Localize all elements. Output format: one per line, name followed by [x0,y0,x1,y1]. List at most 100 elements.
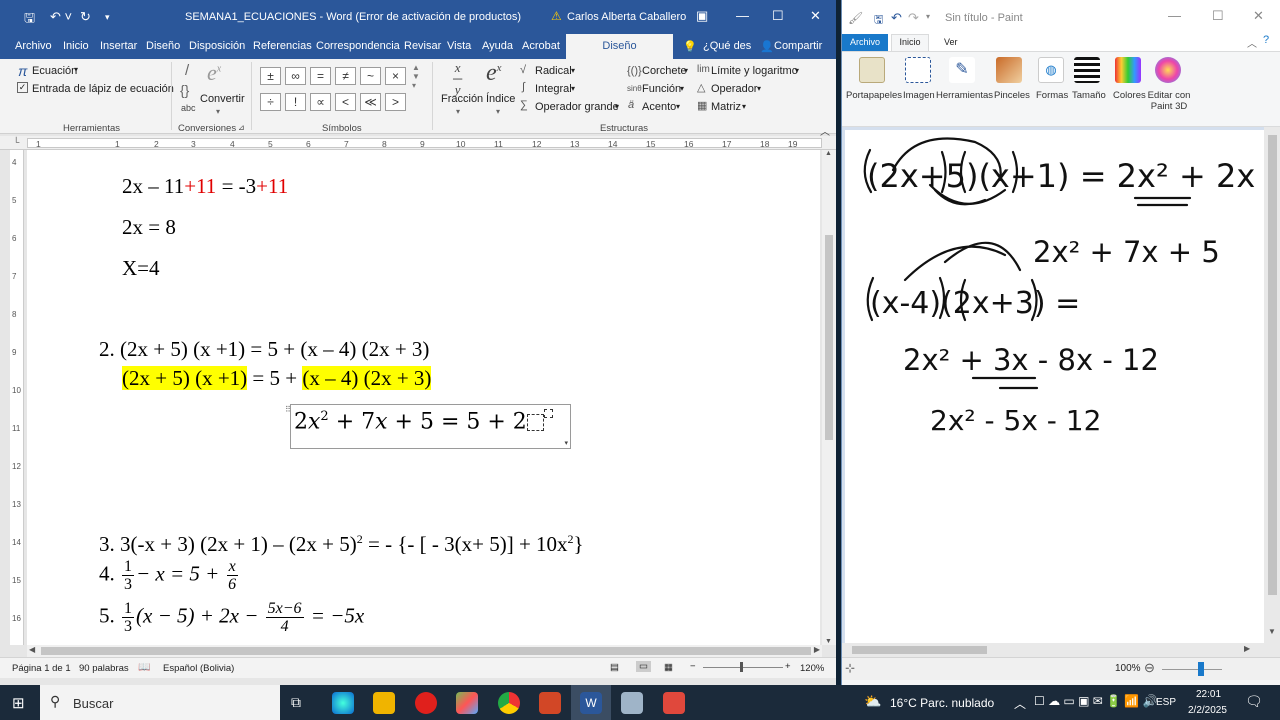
page-count[interactable]: Página 1 de 1 [12,663,71,674]
equation-editor-box[interactable]: ⠿ 2x2 + 7x + 5 = 5 + 2 ▾ [285,404,571,449]
symbol-not-equal[interactable]: ≠ [335,67,356,85]
chevron-down-icon[interactable]: ▾ [496,107,500,116]
help-icon[interactable]: ? [1263,34,1269,46]
zoom-out-icon[interactable]: − [690,661,696,672]
chevron-down-icon[interactable]: ▾ [615,102,619,111]
equation-options-icon[interactable]: ▾ [564,439,568,447]
chevron-down-icon[interactable]: ▾ [456,107,460,116]
windows-start-icon[interactable]: ⊞ [12,694,25,712]
shapes-button[interactable]: Formas [1036,90,1068,101]
tab-ver[interactable]: Ver [944,37,958,47]
save-icon[interactable]: 🖫 [874,11,883,30]
symbol-proportional[interactable]: ∝ [310,93,331,111]
customize-qat-icon[interactable]: ▾ [105,12,110,23]
ink-equation-button[interactable]: Entrada de lápiz de ecuación [32,83,174,95]
chevron-down-icon[interactable]: ▾ [571,66,575,75]
powerpoint-icon[interactable] [539,692,561,714]
paint-taskbar-icon[interactable] [621,692,643,714]
accent-icon[interactable]: ä [628,99,634,111]
chrome-icon[interactable] [498,692,520,714]
weather-icon[interactable]: ⛅ [864,693,881,710]
tab-stop-icon[interactable]: └ [13,137,19,147]
problem-4[interactable]: 4. 1 3− x = 5 + x6 [99,558,240,593]
language[interactable]: Español (Bolivia) [163,663,234,674]
colors-icon[interactable] [1115,57,1141,83]
scroll-down-icon[interactable]: ▼ [1268,627,1276,636]
equation-handle-icon[interactable]: ⠿ [285,405,291,414]
tab-vista[interactable]: Vista [447,40,471,52]
edge-icon[interactable] [332,692,354,714]
print-layout-icon[interactable]: ▭ [636,661,651,672]
file-explorer-icon[interactable] [373,692,395,714]
symbol-infinity[interactable]: ∞ [285,67,306,85]
paint3d-button[interactable]: Editar con Paint 3D [1147,90,1191,112]
weather-text[interactable]: 16°C Parc. nublado [890,696,994,710]
bracket-button[interactable]: Corchete [642,65,687,77]
tray-icons[interactable]: ☐ ☁ ▭ ▣ ✉ 🔋 📶 🔊 [1034,694,1158,708]
symbols-scroll-icon[interactable]: ▲ ▼ ▾ [412,63,420,90]
limit-log-button[interactable]: Límite y logaritmo [711,65,798,77]
brushes-icon[interactable] [996,57,1022,83]
undo-icon[interactable]: ↶ ˅ [50,9,72,25]
vertical-scrollbar[interactable]: ▲ ▼ [822,150,836,645]
user-name[interactable]: Carlos Alberta Caballero [567,11,686,23]
large-operator-icon[interactable]: ∑ [520,99,528,111]
equation-line[interactable]: 2x – 11+11 = -3+11 [122,174,288,199]
close-icon[interactable]: ✕ [1253,8,1264,24]
tab-acrobat[interactable]: Acrobat [522,40,560,52]
save-icon[interactable]: 🖫 [24,9,35,31]
customize-qat-icon[interactable]: ▾ [926,12,930,21]
zoom-in-icon[interactable]: + [785,661,791,672]
symbol-equals[interactable]: = [310,67,331,85]
app-icon[interactable] [663,692,685,714]
image-button[interactable]: Imagen [903,90,935,101]
scroll-thumb[interactable] [1268,135,1277,595]
zoom-out-icon[interactable]: ⊖ [1144,660,1155,676]
app-icon[interactable] [456,692,478,714]
equation-line[interactable]: 2x = 8 [122,215,176,240]
function-button[interactable]: Función [642,83,681,95]
document-page[interactable]: 2x – 11+11 = -3+11 2x = 8 X=4 2. (2x + 5… [27,150,820,645]
scroll-left-icon[interactable]: ◀ [29,645,35,654]
maximize-icon[interactable]: ☐ [1212,8,1224,24]
tab-correspondencia[interactable]: Correspondencia [316,40,400,52]
clock-time[interactable]: 22:01 [1196,689,1221,700]
notifications-icon[interactable]: 🗨 [1245,693,1263,710]
fraction-icon[interactable]: x ─ y [453,61,462,96]
problem-5[interactable]: 5. 1 3 (x − 5) + 2x − 5x−6 4 = −5x [99,600,364,635]
scroll-right-icon[interactable]: ▶ [814,645,820,654]
zoom-slider[interactable] [703,667,783,668]
colors-button[interactable]: Colores [1113,90,1146,101]
radical-button[interactable]: Radical [535,65,572,77]
zoom-thumb[interactable] [1198,662,1204,676]
horizontal-ruler[interactable]: └ 1 1 2 3 4 5 6 7 8 9 10 11 12 13 14 15 … [0,136,836,150]
script-icon[interactable]: ex [486,60,502,87]
zoom-thumb[interactable] [740,662,743,672]
equation-line[interactable]: X=4 [122,256,160,281]
size-icon[interactable] [1074,57,1100,83]
chevron-down-icon[interactable]: ▾ [216,107,220,116]
paint3d-icon[interactable] [1155,57,1181,83]
script-button[interactable]: Índice [486,93,515,105]
paint-zoom-level[interactable]: 100% [1115,663,1141,674]
matrix-icon[interactable]: ▦ [697,99,707,112]
brushes-button[interactable]: Pinceles [994,90,1030,101]
symbol-plus-minus[interactable]: ± [260,67,281,85]
clock-date[interactable]: 2/2/2025 [1188,705,1227,716]
function-icon[interactable]: sinθ [627,84,642,93]
canvas-vertical-scrollbar[interactable]: ▼ [1264,127,1280,657]
clipboard-button[interactable]: Portapapeles [846,90,902,101]
minimize-icon[interactable]: — [736,8,749,23]
tab-inicio[interactable]: Inicio [63,40,89,52]
vertical-ruler[interactable]: 4 5 6 7 8 9 10 11 12 13 14 15 16 [10,150,24,645]
tell-me-input[interactable]: ¿Qué des [703,40,751,52]
minimize-icon[interactable]: — [1168,8,1181,23]
symbol-less-than[interactable]: < [335,93,356,111]
proofing-icon[interactable]: 📖 [138,662,150,673]
collapse-ribbon-icon[interactable]: ︿ [1247,35,1257,50]
drawing-canvas[interactable]: (2x+5)(x+1) = 2x² + 2x + 5x + 5 2x² + 7x… [845,130,1280,645]
chevron-down-icon[interactable]: ▾ [74,65,78,74]
search-box[interactable]: ⚲ Buscar [40,685,280,720]
share-button[interactable]: Compartir [774,40,822,52]
radical-icon[interactable]: √ [520,64,526,76]
